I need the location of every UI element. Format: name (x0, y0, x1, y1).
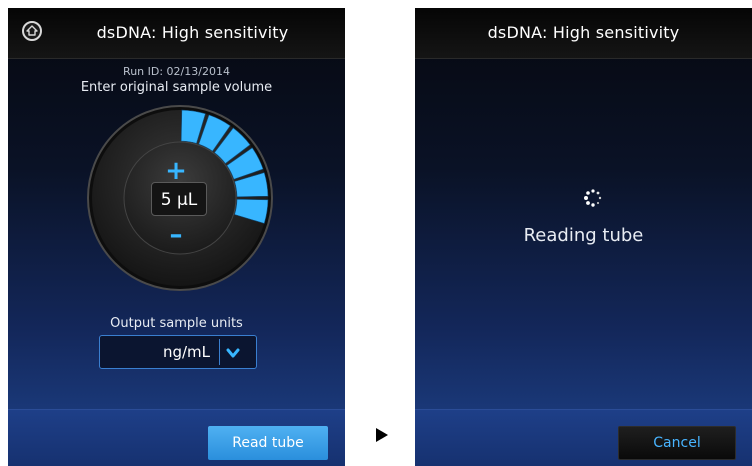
minus-icon[interactable]: – (162, 222, 190, 248)
home-icon[interactable] (22, 21, 42, 41)
chevron-down-icon[interactable] (226, 345, 240, 364)
cancel-button[interactable]: Cancel (618, 426, 736, 460)
title-bar: dsDNA: High sensitivity (8, 8, 345, 59)
volume-value: 5 µL (151, 182, 207, 216)
units-label: Output sample units (110, 316, 243, 331)
title-bar: dsDNA: High sensitivity (415, 8, 752, 59)
instruction-text: Enter original sample volume (80, 80, 273, 95)
bottom-bar: Read tube (8, 409, 345, 466)
status-text: Reading tube (523, 225, 644, 246)
dropdown-divider (219, 339, 220, 365)
stage: dsDNA: High sensitivity Run ID: 02/13/20… (0, 0, 752, 466)
screen-title: dsDNA: High sensitivity (96, 23, 289, 42)
reading-screen: dsDNA: High sensitivity Reading tube Can… (415, 8, 752, 466)
plus-icon[interactable]: + (162, 158, 190, 184)
spinner-icon (583, 188, 603, 208)
run-id-text: Run ID: 02/13/2014 (123, 65, 230, 78)
screen-title: dsDNA: High sensitivity (487, 23, 680, 42)
volume-entry-screen: dsDNA: High sensitivity Run ID: 02/13/20… (8, 8, 345, 466)
bottom-bar: Cancel (415, 409, 752, 466)
units-dropdown[interactable]: ng/mL (99, 335, 257, 369)
read-tube-button[interactable]: Read tube (208, 426, 328, 460)
arrow-right-icon (376, 428, 388, 442)
units-selected-value: ng/mL (162, 343, 210, 361)
